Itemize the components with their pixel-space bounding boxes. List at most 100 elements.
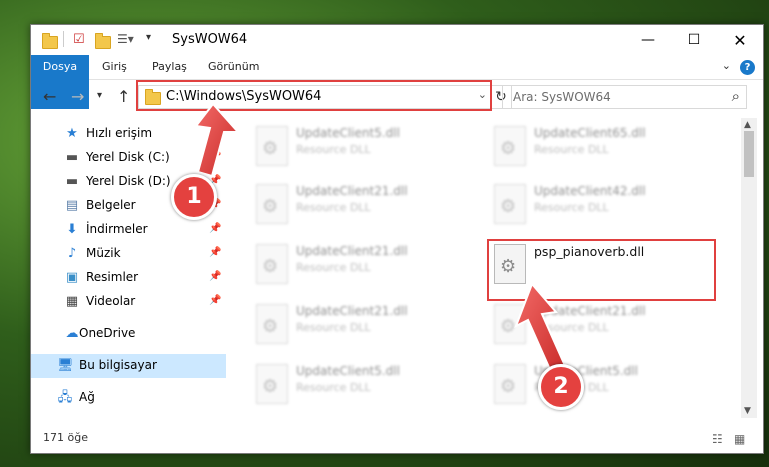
file-name: UpdateClient21.dll xyxy=(296,244,408,258)
file-item[interactable]: UpdateClient5.dll Resource DLL xyxy=(246,360,476,414)
download-icon: ⬇ xyxy=(66,222,78,237)
large-icons-view-icon[interactable]: ▦ xyxy=(734,432,745,446)
sidebar-item-label: Yerel Disk (C:) xyxy=(86,150,170,164)
navigation-pane: ★ Hızlı erişim ▬ Yerel Disk (C:) 📌 ▬ Yer… xyxy=(31,118,226,418)
sidebar-item-label: Resimler xyxy=(86,270,139,284)
up-button[interactable]: ↑ xyxy=(117,87,130,106)
file-name: UpdateClient5.dll xyxy=(296,126,400,140)
drive-icon: ▬ xyxy=(65,174,79,189)
pictures-icon: ▣ xyxy=(65,270,79,285)
properties-icon[interactable]: ☑ xyxy=(73,32,85,48)
search-input[interactable]: Ara: SysWOW64 ⌕ xyxy=(502,85,747,109)
file-item[interactable]: UpdateClient21.dll Resource DLL xyxy=(246,300,476,354)
file-description: Resource DLL xyxy=(296,381,371,394)
computer-icon: 🖥 xyxy=(57,358,74,373)
scrollbar-thumb[interactable] xyxy=(744,131,754,177)
title-bar: ☑ ☰▾ ▾ SysWOW64 — ☐ ✕ xyxy=(31,25,763,55)
dll-file-icon xyxy=(494,184,526,224)
sidebar-item-onedrive[interactable]: ☁ OneDrive xyxy=(31,322,226,346)
details-view-icon[interactable]: ☷ xyxy=(712,432,723,446)
file-item[interactable]: UpdateClient65.dll Resource DLL xyxy=(484,122,714,176)
folder-icon xyxy=(42,33,58,49)
dll-file-icon xyxy=(494,126,526,166)
sidebar-item-this-pc[interactable]: 🖥 Bu bilgisayar xyxy=(31,354,226,378)
sidebar-item-quick-access[interactable]: ★ Hızlı erişim xyxy=(31,122,226,146)
back-button[interactable]: ← xyxy=(43,87,56,106)
sidebar-item-network[interactable]: 🖧 Ağ xyxy=(31,386,226,410)
new-folder-icon[interactable] xyxy=(95,33,111,49)
file-description: Resource DLL xyxy=(534,143,609,156)
file-item[interactable]: UpdateClient5.dll Resource DLL xyxy=(246,122,476,176)
address-bar-highlight xyxy=(136,80,492,111)
sidebar-item-downloads[interactable]: ⬇ İndirmeler 📌 xyxy=(31,218,226,242)
close-button[interactable]: ✕ xyxy=(717,25,763,55)
window-title: SysWOW64 xyxy=(172,32,248,47)
sidebar-item-label: OneDrive xyxy=(79,326,136,340)
file-description: Resource DLL xyxy=(296,143,371,156)
star-icon: ★ xyxy=(66,126,78,141)
sidebar-item-pictures[interactable]: ▣ Resimler 📌 xyxy=(31,266,226,290)
pin-icon[interactable]: 📌 xyxy=(209,271,221,282)
scroll-up-icon[interactable]: ▲ xyxy=(744,120,751,130)
tab-view[interactable]: Görünüm xyxy=(208,55,259,79)
ribbon: Dosya Giriş Paylaş Görünüm ⌄ ? xyxy=(31,55,763,109)
pin-icon[interactable]: 📌 xyxy=(209,247,221,258)
tab-share[interactable]: Paylaş xyxy=(152,55,187,79)
music-icon: ♪ xyxy=(67,246,77,261)
help-icon[interactable]: ? xyxy=(740,60,755,75)
chevron-down-icon[interactable]: ▾ xyxy=(146,32,151,48)
sidebar-item-label: Bu bilgisayar xyxy=(79,358,157,372)
search-placeholder: Ara: SysWOW64 xyxy=(513,90,611,104)
file-name: UpdateClient65.dll xyxy=(534,126,646,140)
step-badge-2: 2 xyxy=(538,364,584,410)
sidebar-item-label: İndirmeler xyxy=(86,222,148,236)
file-name: UpdateClient21.dll xyxy=(296,184,408,198)
scroll-down-icon[interactable]: ▼ xyxy=(744,406,751,416)
minimize-button[interactable]: — xyxy=(625,25,671,55)
file-name: UpdateClient21.dll xyxy=(534,304,646,318)
dll-file-icon xyxy=(256,304,288,344)
customize-toolbar-icon[interactable]: ☰▾ xyxy=(117,32,134,48)
sidebar-item-music[interactable]: ♪ Müzik 📌 xyxy=(31,242,226,266)
sidebar-item-label: Ağ xyxy=(79,390,95,404)
file-name: UpdateClient5.dll xyxy=(296,364,400,378)
pin-icon[interactable]: 📌 xyxy=(209,223,221,234)
status-bar: 171 öğe ☷ ▦ xyxy=(31,427,763,451)
sidebar-item-label: Hızlı erişim xyxy=(86,126,153,140)
forward-button[interactable]: → xyxy=(71,87,84,106)
file-item[interactable]: UpdateClient42.dll Resource DLL xyxy=(484,180,714,234)
file-item[interactable]: UpdateClient21.dll Resource DLL xyxy=(484,300,714,354)
pin-icon[interactable]: 📌 xyxy=(209,295,221,306)
vertical-scrollbar[interactable]: ▲ ▼ xyxy=(741,118,757,418)
dll-file-icon xyxy=(256,184,288,224)
sidebar-item-videos[interactable]: ▦ Videolar 📌 xyxy=(31,290,226,314)
file-item[interactable]: UpdateClient21.dll Resource DLL xyxy=(246,180,476,234)
documents-icon: ▤ xyxy=(65,198,79,213)
dll-file-icon xyxy=(256,126,288,166)
recent-locations-icon[interactable]: ▾ xyxy=(97,90,102,101)
expand-ribbon-icon[interactable]: ⌄ xyxy=(722,59,731,72)
file-description: Resource DLL xyxy=(296,261,371,274)
videos-icon: ▦ xyxy=(65,294,79,309)
sidebar-item-local-disk-c[interactable]: ▬ Yerel Disk (C:) 📌 xyxy=(31,146,226,170)
sidebar-item-label: Videolar xyxy=(86,294,136,308)
file-description: Resource DLL xyxy=(296,201,371,214)
dll-file-icon xyxy=(494,304,526,344)
file-description: Resource DLL xyxy=(534,321,609,334)
file-item[interactable]: UpdateClient21.dll Resource DLL xyxy=(246,240,476,294)
file-name: UpdateClient21.dll xyxy=(296,304,408,318)
dll-file-icon xyxy=(256,364,288,404)
network-icon: 🖧 xyxy=(57,390,73,405)
sidebar-item-label: Müzik xyxy=(86,246,121,260)
cloud-icon: ☁ xyxy=(65,326,79,341)
tab-home[interactable]: Giriş xyxy=(102,55,127,79)
pin-icon[interactable]: 📌 xyxy=(209,151,221,162)
dll-file-icon xyxy=(494,364,526,404)
file-item[interactable]: UpdateClient5.dll Resource DLL xyxy=(484,360,714,414)
item-count: 171 öğe xyxy=(43,431,88,444)
search-icon[interactable]: ⌕ xyxy=(732,87,740,105)
file-highlight xyxy=(487,239,716,301)
maximize-button[interactable]: ☐ xyxy=(671,25,717,55)
drive-icon: ▬ xyxy=(65,150,79,165)
file-description: Resource DLL xyxy=(296,321,371,334)
